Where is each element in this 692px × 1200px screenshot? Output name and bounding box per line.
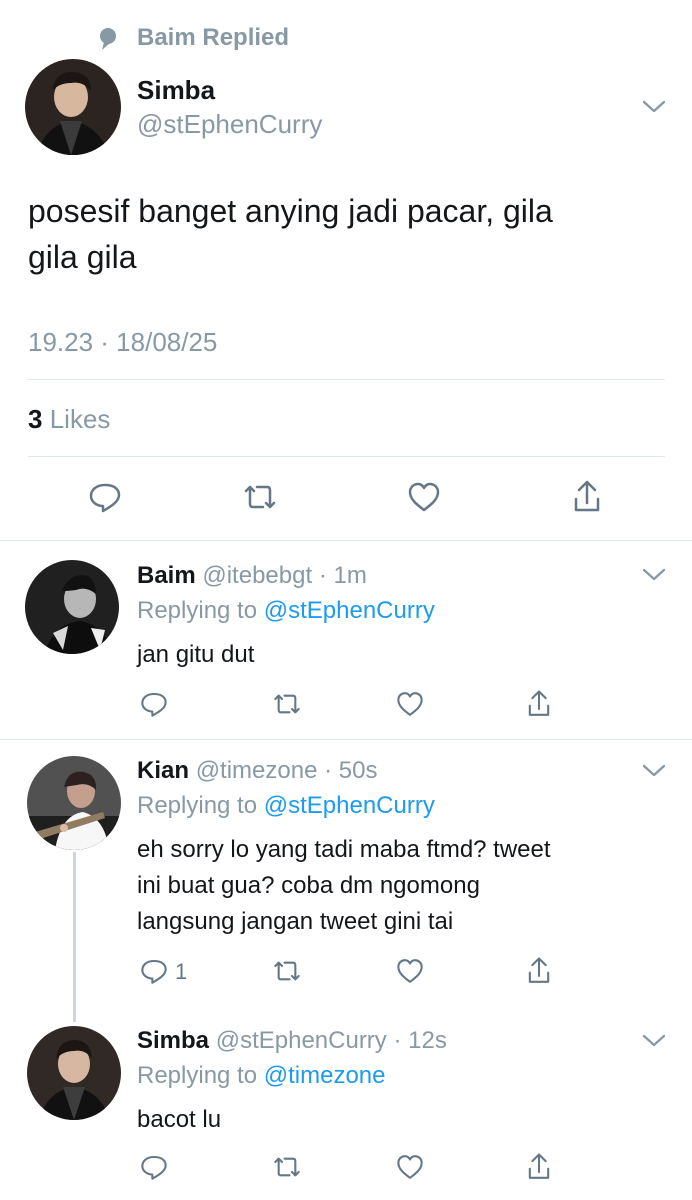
reply-time[interactable]: · 50s xyxy=(324,757,377,784)
tweet-timestamp[interactable]: 19.23 · 18/08/25 xyxy=(28,327,217,358)
divider xyxy=(28,379,665,380)
reply-text: bacot lu xyxy=(137,1102,221,1138)
avatar[interactable] xyxy=(25,560,119,654)
reply-text: eh sorry lo yang tadi maba ftmd? tweet i… xyxy=(137,832,551,940)
tweet-text-line: posesif banget anying jadi pacar, gila xyxy=(28,193,553,229)
author-handle[interactable]: @timezone xyxy=(196,757,318,784)
reply-text-line: ini buat gua? coba dm ngomong xyxy=(137,872,480,899)
likes-number: 3 xyxy=(28,404,43,434)
heart-icon[interactable] xyxy=(406,479,442,515)
retweet-icon[interactable] xyxy=(272,689,302,719)
speech-bubble-icon xyxy=(96,26,122,52)
share-icon[interactable] xyxy=(524,689,554,719)
reply-time[interactable]: · 12s xyxy=(393,1027,446,1054)
reply-count: 1 xyxy=(175,959,188,984)
share-icon[interactable] xyxy=(524,956,554,986)
reply-icon[interactable] xyxy=(139,956,169,986)
reply-time[interactable]: · 1m xyxy=(319,562,367,589)
reply-text: jan gitu dut xyxy=(137,637,254,673)
replying-to: Replying to @stEphenCurry xyxy=(137,597,435,625)
divider xyxy=(0,739,692,740)
avatar[interactable] xyxy=(27,1026,121,1120)
replying-to: Replying to @timezone xyxy=(137,1062,386,1090)
retweet-icon[interactable] xyxy=(242,479,278,515)
chevron-down-icon[interactable] xyxy=(640,1026,668,1054)
author-name[interactable]: Simba xyxy=(137,1027,209,1054)
reply-text-line: langsung jangan tweet gini tai xyxy=(137,908,454,935)
avatar[interactable] xyxy=(25,59,121,155)
author-handle[interactable]: @itebebgt xyxy=(202,562,312,589)
mention-link[interactable]: @stEphenCurry xyxy=(264,792,435,819)
author-handle[interactable]: @stEphenCurry xyxy=(216,1027,387,1054)
reply-icon[interactable] xyxy=(87,479,123,515)
avatar[interactable] xyxy=(27,756,121,850)
reply-text-line: jan gitu dut xyxy=(137,641,255,668)
reply-text-line: eh sorry lo yang tadi maba ftmd? tweet xyxy=(137,836,551,863)
reply-header: Kian @timezone · 50s xyxy=(137,757,377,785)
heart-icon[interactable] xyxy=(395,1152,425,1182)
chevron-down-icon[interactable] xyxy=(640,560,668,588)
tweet-text: posesif banget anying jadi pacar, gila g… xyxy=(28,188,648,280)
author-name[interactable]: Kian xyxy=(137,757,189,784)
reply-header: Baim @itebebgt · 1m xyxy=(137,562,367,590)
author-handle[interactable]: @stEphenCurry xyxy=(137,109,322,140)
heart-icon[interactable] xyxy=(395,689,425,719)
likes-label: Likes xyxy=(49,404,111,434)
reply-icon[interactable] xyxy=(139,689,169,719)
retweet-icon[interactable] xyxy=(272,1152,302,1182)
share-icon[interactable] xyxy=(569,479,605,515)
reply-text-line: bacot lu xyxy=(137,1106,222,1133)
author-name[interactable]: Simba xyxy=(137,75,215,106)
mention-link[interactable]: @stEphenCurry xyxy=(264,597,435,624)
chevron-down-icon[interactable] xyxy=(640,756,668,784)
thread-line xyxy=(73,852,76,1022)
divider xyxy=(0,540,692,541)
reply-header: Simba @stEphenCurry · 12s xyxy=(137,1027,447,1055)
replying-to: Replying to @stEphenCurry xyxy=(137,792,435,820)
replying-to-label: Replying to xyxy=(137,1062,258,1089)
replying-to-label: Replying to xyxy=(137,597,258,624)
author-name[interactable]: Baim xyxy=(137,562,196,589)
social-context-label: Baim Replied xyxy=(137,24,290,51)
tweet-text-line: gila gila xyxy=(28,239,137,275)
retweet-icon[interactable] xyxy=(272,956,302,986)
reply-icon[interactable] xyxy=(139,1152,169,1182)
heart-icon[interactable] xyxy=(395,956,425,986)
chevron-down-icon[interactable] xyxy=(640,92,668,120)
share-icon[interactable] xyxy=(524,1152,554,1182)
divider xyxy=(28,456,665,457)
likes-count[interactable]: 3 Likes xyxy=(28,404,110,435)
mention-link[interactable]: @timezone xyxy=(264,1062,386,1089)
replying-to-label: Replying to xyxy=(137,792,258,819)
